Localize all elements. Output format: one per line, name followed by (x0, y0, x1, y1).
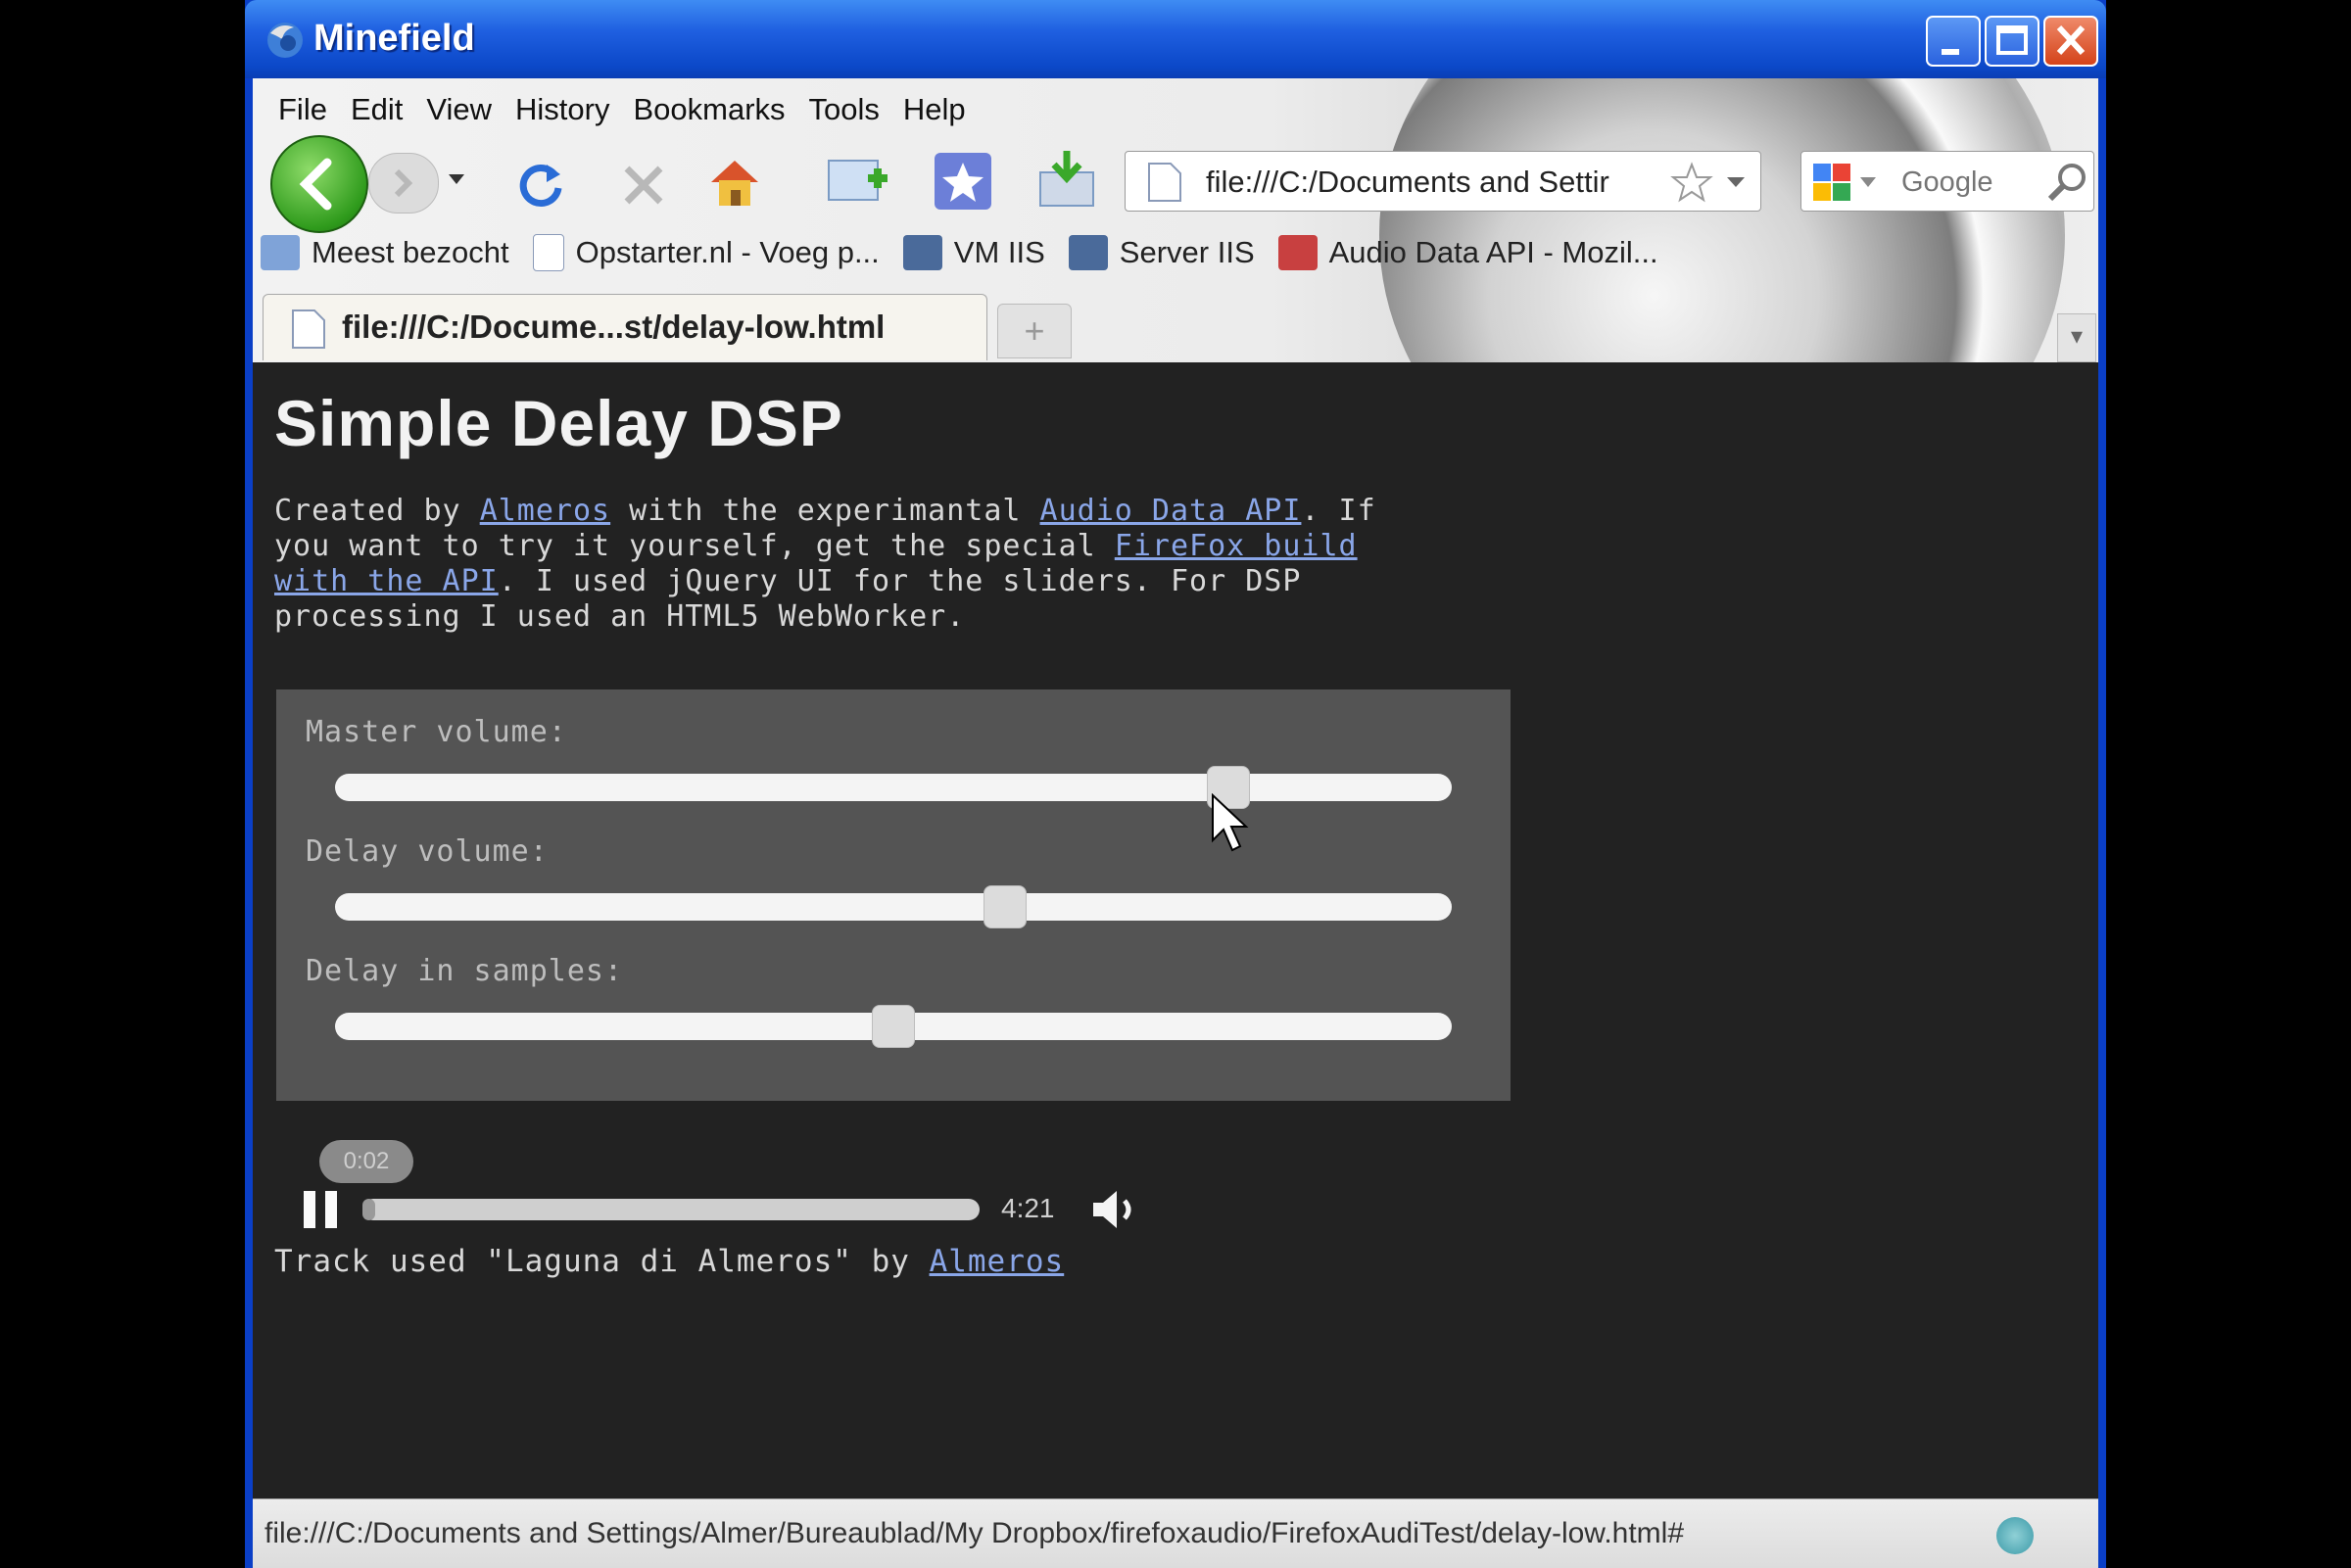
menu-history[interactable]: History (509, 84, 627, 129)
bookmark-vm-iis[interactable]: VM IIS (902, 235, 1045, 270)
address-bar[interactable] (1125, 151, 1761, 212)
menu-bookmarks[interactable]: Bookmarks (627, 84, 802, 129)
search-bar[interactable] (1800, 151, 2094, 212)
delay-volume-slider[interactable] (335, 885, 1452, 928)
pause-button[interactable] (304, 1191, 343, 1228)
iis-icon (1068, 235, 1108, 270)
search-icon[interactable] (2044, 160, 2089, 205)
intro-text: Created by (274, 494, 480, 528)
intro-text: with the experimantal (610, 494, 1040, 528)
browser-window: Minefield File Edit View History Bookmar… (245, 0, 2106, 1568)
minimize-icon (1942, 49, 1959, 55)
maximize-button[interactable] (1985, 16, 2039, 67)
plus-icon: + (1024, 310, 1045, 351)
bookmark-label: VM IIS (953, 235, 1045, 269)
page-title: Simple Delay DSP (274, 387, 843, 459)
almeros-link[interactable]: Almeros (480, 494, 610, 528)
back-arrow-icon (299, 158, 332, 211)
minimize-button[interactable] (1926, 16, 1981, 67)
almeros-credit-link[interactable]: Almeros (930, 1244, 1065, 1279)
tab-strip: file:///C:/Docume...st/delay-low.html + … (253, 286, 2098, 362)
stop-icon[interactable] (617, 159, 670, 212)
bookmark-star-icon[interactable] (933, 151, 993, 212)
search-input[interactable] (1899, 160, 2040, 205)
total-time: 4:21 (1001, 1193, 1055, 1223)
audio-data-api-link[interactable]: Audio Data API (1040, 494, 1302, 528)
seek-progress (362, 1199, 375, 1220)
browser-chrome: File Edit View History Bookmarks Tools H… (253, 78, 2098, 362)
reload-icon[interactable] (513, 157, 568, 212)
menu-help[interactable]: Help (897, 84, 984, 129)
page-content: Simple Delay DSP Created by Almeros with… (253, 362, 2098, 1498)
menu-edit[interactable]: Edit (345, 84, 420, 129)
status-bar: file:///C:/Documents and Settings/Almer/… (253, 1498, 2098, 1568)
url-dropdown-icon[interactable] (1725, 175, 1747, 189)
track-credit: Track used "Laguna di Almeros" by Almero… (274, 1244, 1064, 1279)
slider-handle[interactable] (872, 1005, 915, 1048)
title-bar[interactable]: Minefield (245, 0, 2106, 78)
seek-bar[interactable] (362, 1199, 980, 1220)
pause-icon (325, 1191, 337, 1228)
delay-samples-label: Delay in samples: (306, 954, 624, 988)
master-volume-label: Master volume: (306, 715, 567, 749)
bookmark-server-iis[interactable]: Server IIS (1068, 235, 1255, 270)
bookmark-label: Meest bezocht (312, 235, 509, 269)
status-text: file:///C:/Documents and Settings/Almer/… (264, 1517, 1685, 1549)
volume-icon[interactable] (1089, 1185, 1144, 1234)
engine-dropdown-icon[interactable] (1858, 175, 1878, 189)
delay-samples-slider[interactable] (335, 1005, 1452, 1048)
new-tab-button[interactable]: + (997, 304, 1072, 358)
bookmark-label: Opstarter.nl - Voeg p... (575, 235, 880, 269)
menu-bar: File Edit View History Bookmarks Tools H… (272, 84, 984, 129)
star-folder-icon (261, 235, 300, 270)
intro-paragraph: Created by Almeros with the experimantal… (274, 494, 1430, 635)
menu-view[interactable]: View (420, 84, 509, 129)
navigation-toolbar (253, 129, 2098, 233)
delay-volume-label: Delay volume: (306, 834, 549, 869)
menu-file[interactable]: File (272, 84, 345, 129)
status-globe-icon (1996, 1517, 2034, 1554)
download-icon[interactable] (1034, 147, 1099, 212)
menu-tools[interactable]: Tools (803, 84, 897, 129)
new-bookmark-folder-icon[interactable] (825, 149, 893, 212)
url-input[interactable] (1204, 160, 1668, 205)
history-dropdown-icon[interactable] (447, 172, 466, 188)
maximize-icon (1996, 25, 2028, 55)
bookmarks-toolbar: Meest bezocht Opstarter.nl - Voeg p... V… (261, 225, 1682, 280)
bookmark-label: Audio Data API - Mozil... (1328, 235, 1658, 269)
bookmark-this-page-star-icon[interactable] (1670, 162, 1713, 203)
credit-text: Track used "Laguna di Almeros" by (274, 1244, 930, 1279)
iis-icon (902, 235, 942, 270)
close-button[interactable] (2043, 16, 2098, 67)
mouse-cursor-icon (1212, 793, 1249, 852)
page-icon (292, 309, 325, 349)
bookmark-opstarter[interactable]: Opstarter.nl - Voeg p... (532, 234, 880, 271)
tab-delay-low[interactable]: file:///C:/Docume...st/delay-low.html (263, 294, 987, 360)
audio-player: 0:02 4:21 (276, 1136, 1158, 1244)
master-volume-slider[interactable] (335, 766, 1452, 809)
list-all-tabs-button[interactable]: ▾ (2057, 313, 2096, 362)
bookmark-meest-bezocht[interactable]: Meest bezocht (261, 235, 509, 270)
window-title: Minefield (313, 18, 475, 59)
close-icon (2056, 24, 2086, 56)
page-icon (1148, 163, 1181, 202)
bookmark-audio-data-api[interactable]: Audio Data API - Mozil... (1277, 235, 1658, 270)
bookmark-label: Server IIS (1119, 235, 1255, 269)
slider-handle[interactable] (984, 885, 1027, 928)
page-icon (532, 234, 564, 271)
mozilla-icon (1277, 235, 1318, 270)
home-icon[interactable] (705, 153, 764, 212)
forward-button[interactable] (368, 153, 439, 214)
minefield-logo-icon (267, 23, 303, 58)
pause-icon (304, 1191, 315, 1228)
chevron-down-icon: ▾ (2070, 323, 2084, 350)
tab-title: file:///C:/Docume...st/delay-low.html (342, 309, 886, 345)
forward-arrow-icon (394, 168, 413, 198)
current-time: 0:02 (319, 1140, 413, 1183)
controls-panel: Master volume: Delay volume: Delay in sa… (276, 689, 1511, 1101)
google-engine-icon[interactable] (1811, 162, 1854, 203)
back-button[interactable] (270, 135, 368, 233)
